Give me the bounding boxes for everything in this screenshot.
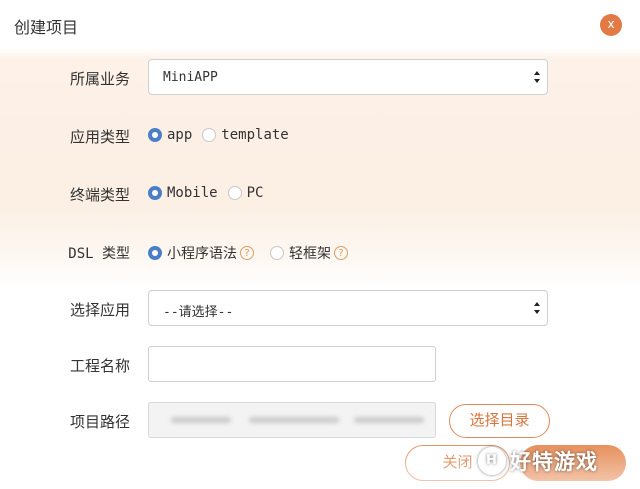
help-icon[interactable]: ? — [334, 246, 348, 260]
business-select-value: MiniAPP — [163, 70, 218, 85]
help-icon[interactable]: ? — [240, 246, 254, 260]
option-label: 轻框架 — [289, 246, 331, 262]
select-arrows-icon — [534, 71, 540, 83]
app-type-radio-group: app template — [148, 127, 299, 143]
select-app-select[interactable]: --请选择-- — [148, 290, 548, 326]
radio-selected-icon[interactable] — [148, 128, 162, 142]
dialog-title: 创建项目 — [14, 18, 79, 37]
option-label: PC — [246, 185, 264, 201]
app-type-option-app[interactable]: app — [148, 127, 192, 143]
option-label: app — [167, 127, 193, 143]
option-label: Mobile — [167, 185, 218, 201]
business-label: 所属业务 — [69, 70, 130, 88]
terminal-type-option-mobile[interactable]: Mobile — [148, 185, 218, 201]
project-name-input[interactable] — [148, 346, 436, 382]
radio-unselected-icon[interactable] — [202, 128, 217, 142]
option-label: template — [221, 127, 289, 143]
radio-unselected-icon[interactable] — [227, 186, 242, 200]
close-icon[interactable]: x — [600, 14, 622, 36]
select-arrows-icon — [534, 302, 540, 314]
select-app-label: 选择应用 — [69, 301, 130, 319]
select-app-value: --请选择-- — [163, 305, 234, 320]
dsl-type-option-light-framework[interactable]: 轻框架 ? — [270, 243, 348, 263]
project-path-label: 项目路径 — [69, 413, 130, 431]
terminal-type-option-pc[interactable]: PC — [227, 185, 264, 201]
app-type-option-template[interactable]: template — [202, 127, 289, 143]
project-path-input[interactable] — [148, 402, 436, 438]
choose-directory-button[interactable]: 选择目录 — [449, 404, 550, 438]
watermark-text: 好特游戏 — [510, 450, 598, 474]
create-project-dialog: 创建项目 x 所属业务 MiniAPP 应用类型 app template 终端… — [0, 0, 640, 489]
radio-unselected-icon[interactable] — [270, 246, 284, 260]
dsl-type-label: DSL 类型 — [68, 246, 130, 262]
option-label: 小程序语法 — [167, 246, 237, 262]
watermark-logo-icon: H — [478, 447, 506, 475]
radio-selected-icon[interactable] — [148, 246, 162, 260]
radio-selected-icon[interactable] — [148, 186, 162, 200]
blurred-path-text — [354, 417, 424, 423]
business-select[interactable]: MiniAPP — [148, 59, 548, 95]
blurred-path-text — [249, 417, 339, 423]
terminal-type-label: 终端类型 — [69, 186, 130, 204]
terminal-type-radio-group: Mobile PC — [148, 185, 273, 201]
blurred-path-text — [171, 417, 231, 423]
app-type-label: 应用类型 — [69, 128, 130, 146]
project-name-label: 工程名称 — [69, 357, 130, 375]
dsl-type-radio-group: 小程序语法 ? 轻框架 ? — [148, 243, 358, 263]
dsl-type-option-miniprogram[interactable]: 小程序语法 ? — [148, 243, 254, 263]
watermark: H 好特游戏 — [478, 441, 598, 481]
